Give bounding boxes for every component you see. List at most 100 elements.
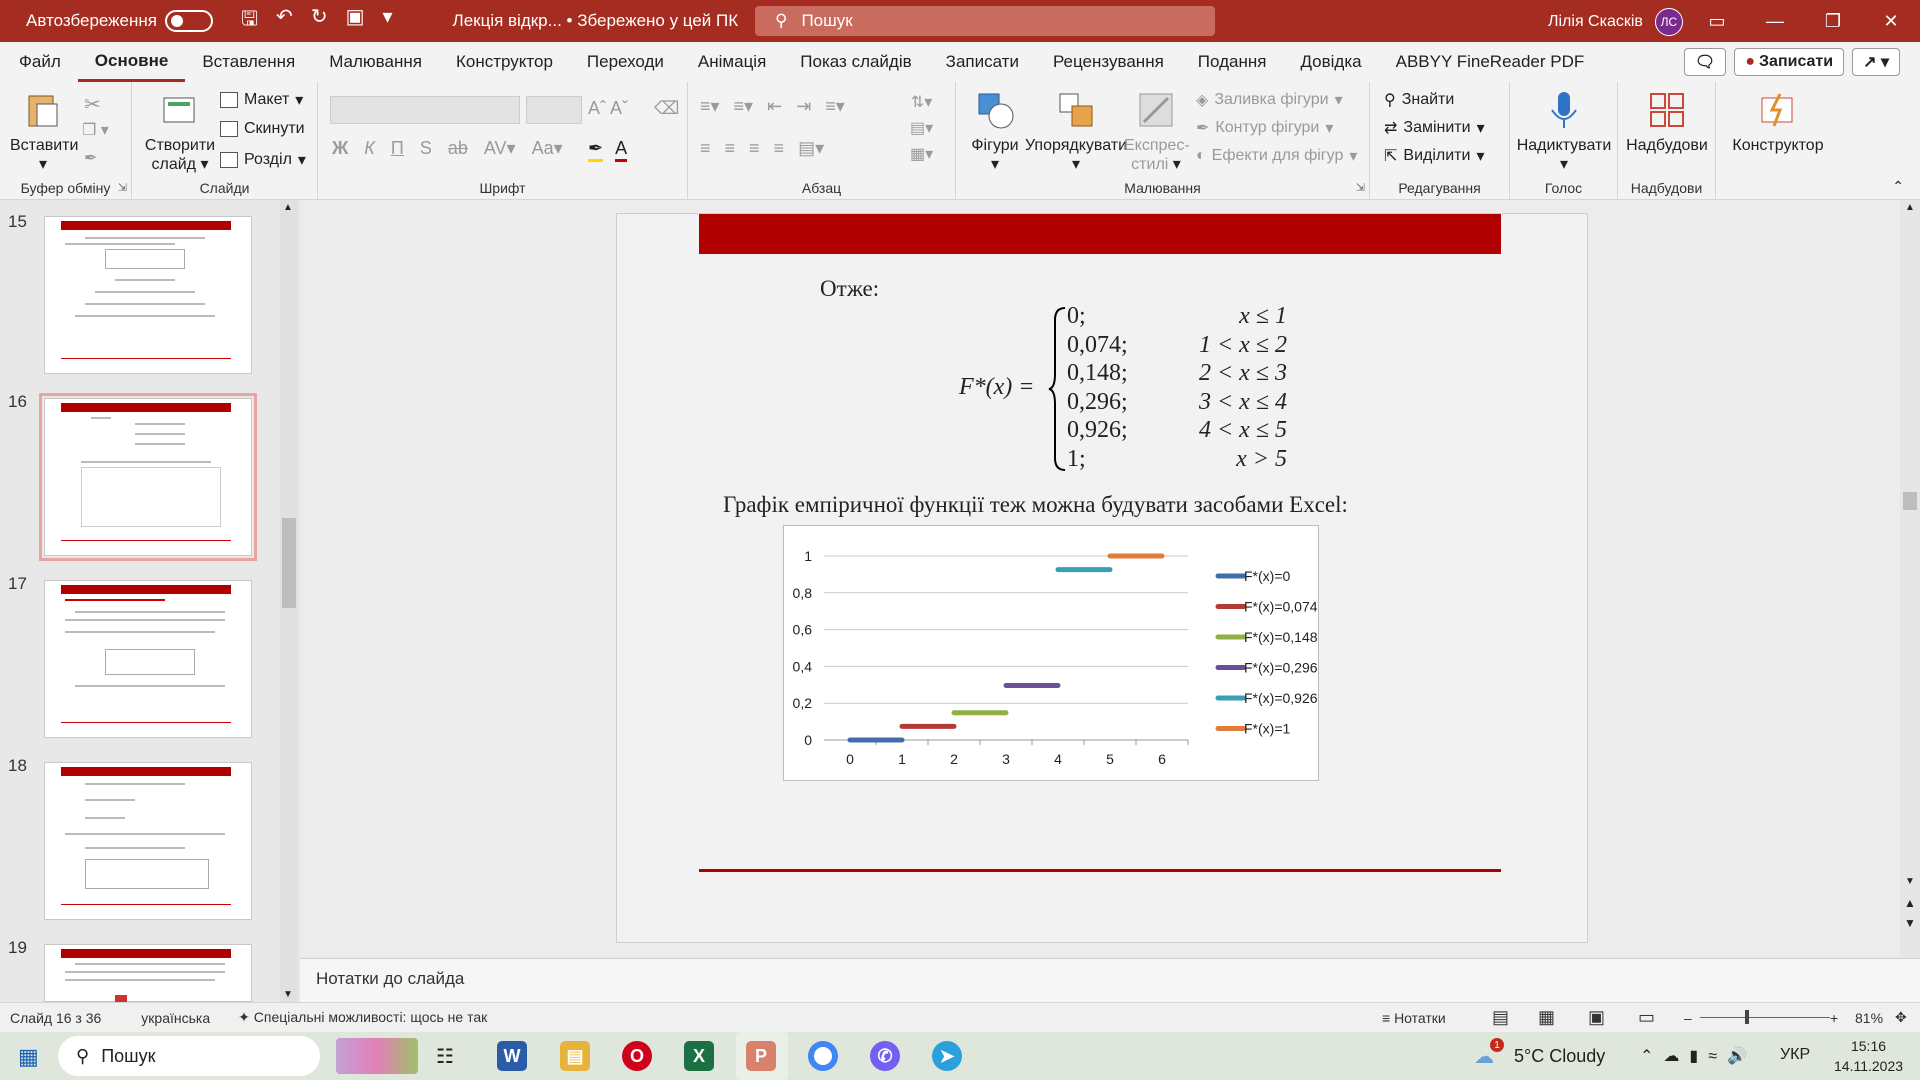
- new-slide-button[interactable]: Створити слайд ▾: [142, 90, 218, 174]
- quick-styles-button[interactable]: Експрес-стилі ▾: [1124, 90, 1190, 174]
- underline-icon[interactable]: П: [391, 138, 404, 159]
- undo-icon[interactable]: ↶: [276, 4, 293, 38]
- zoom-out-icon[interactable]: –: [1684, 1010, 1692, 1026]
- task-view-icon[interactable]: ☷: [436, 1044, 454, 1069]
- excel-icon[interactable]: X: [684, 1041, 714, 1071]
- slide-canvas[interactable]: Отже: F*(x) = 0; x ≤ 1 0,074; 1 < x ≤ 2 0,…: [616, 213, 1588, 943]
- user-account[interactable]: Лілія Скасків ЛС: [1548, 8, 1683, 36]
- reading-view-icon[interactable]: ▣: [1588, 1007, 1605, 1028]
- windows-start-icon[interactable]: ▦: [18, 1044, 39, 1070]
- comments-button[interactable]: 🗨: [1684, 48, 1727, 76]
- bullets-icon[interactable]: ≡▾: [700, 96, 720, 117]
- reset-button[interactable]: Скинути: [220, 120, 305, 138]
- opera-icon[interactable]: O: [622, 1041, 652, 1071]
- scroll-down-icon[interactable]: ▼: [1905, 876, 1915, 887]
- redo-icon[interactable]: ↻: [311, 4, 328, 38]
- strikethrough-icon[interactable]: ab: [448, 138, 468, 159]
- document-title[interactable]: Лекція відкр... • Збережено у цей ПК: [453, 11, 739, 31]
- font-color-icon[interactable]: A: [615, 138, 628, 162]
- align-left-icon[interactable]: ≡: [700, 138, 711, 159]
- line-spacing-icon[interactable]: ≡▾: [825, 96, 845, 117]
- clear-format-icon[interactable]: ⌫: [654, 98, 679, 119]
- ribbon-display-icon[interactable]: ▭: [1688, 0, 1746, 42]
- tab-5[interactable]: Переходи: [570, 42, 681, 82]
- replace-button[interactable]: ⇄ Замінити ▾: [1384, 118, 1485, 138]
- zoom-slider-thumb[interactable]: [1745, 1010, 1749, 1024]
- language-indicator[interactable]: українська: [141, 1010, 210, 1026]
- tab-0[interactable]: Файл: [2, 42, 78, 82]
- shape-fill-button[interactable]: ◈ Заливка фігури ▾: [1196, 90, 1343, 110]
- share-button[interactable]: ↗ ▾: [1852, 48, 1900, 76]
- shadow-icon[interactable]: S: [420, 138, 432, 159]
- autosave-toggle[interactable]: [165, 10, 213, 32]
- format-painter-icon[interactable]: ✒: [84, 148, 97, 168]
- cut-icon[interactable]: ✂: [84, 92, 101, 117]
- section-button[interactable]: Розділ ▾: [220, 150, 306, 170]
- viber-icon[interactable]: ✆: [870, 1041, 900, 1071]
- slideshow-icon[interactable]: ▭: [1638, 1007, 1655, 1028]
- weather-text[interactable]: 5°C Cloudy: [1514, 1046, 1605, 1067]
- italic-icon[interactable]: К: [364, 138, 375, 159]
- chrome-icon[interactable]: [808, 1041, 838, 1071]
- copy-icon[interactable]: ❐ ▾: [82, 120, 109, 140]
- telegram-icon[interactable]: ➤: [932, 1041, 962, 1071]
- normal-view-icon[interactable]: ▤: [1492, 1007, 1509, 1028]
- record-button[interactable]: ● Записати: [1734, 48, 1845, 76]
- scroll-up-icon[interactable]: ▲: [283, 202, 293, 213]
- spacing-icon[interactable]: AV▾: [484, 138, 516, 159]
- search-box[interactable]: ⚲ Пошук: [755, 6, 1215, 36]
- shape-effects-button[interactable]: ◐ Ефекти для фігур ▾: [1196, 146, 1357, 166]
- addins-button[interactable]: Надбудови: [1622, 90, 1712, 155]
- thumbnails-scrollbar[interactable]: ▲ ▼: [280, 200, 298, 1002]
- file-explorer-icon[interactable]: ▤: [560, 1041, 590, 1071]
- shapes-button[interactable]: Фігури ▾: [968, 90, 1022, 174]
- font-name-field[interactable]: [330, 96, 520, 124]
- restore-icon[interactable]: ❐: [1804, 0, 1862, 42]
- tab-11[interactable]: Довідка: [1283, 42, 1378, 82]
- collapse-ribbon-icon[interactable]: ⌃: [1892, 178, 1904, 195]
- tab-6[interactable]: Анімація: [681, 42, 783, 82]
- thumbnails-scroll-thumb[interactable]: [282, 518, 296, 608]
- tab-8[interactable]: Записати: [929, 42, 1036, 82]
- slide-thumbnail-19[interactable]: [44, 944, 252, 1003]
- clock[interactable]: 15:16 14.11.2023: [1834, 1036, 1903, 1076]
- select-button[interactable]: ⇱ Виділити ▾: [1384, 146, 1484, 166]
- outdent-icon[interactable]: ⇥: [796, 96, 811, 117]
- highlight-icon[interactable]: ✒: [588, 138, 604, 162]
- align-text-icon[interactable]: ▤▾: [910, 118, 933, 138]
- justify-icon[interactable]: ≡: [774, 138, 785, 159]
- tray-icons[interactable]: ⌃☁▮≈🔊: [1640, 1046, 1757, 1066]
- font-size-field[interactable]: [526, 96, 582, 124]
- fit-slide-icon[interactable]: ✥: [1895, 1009, 1907, 1026]
- indent-icon[interactable]: ⇤: [767, 96, 782, 117]
- zoom-in-icon[interactable]: +: [1830, 1010, 1838, 1026]
- designer-button[interactable]: Конструктор: [1726, 90, 1830, 155]
- numbering-icon[interactable]: ≡▾: [734, 96, 754, 117]
- minimize-icon[interactable]: —: [1746, 0, 1804, 42]
- tab-4[interactable]: Конструктор: [439, 42, 570, 82]
- slide-thumbnail-16[interactable]: [39, 393, 257, 561]
- zoom-level[interactable]: 81%: [1855, 1010, 1883, 1026]
- arrange-button[interactable]: Упорядкувати ▾: [1024, 90, 1128, 174]
- slide-thumbnail-18[interactable]: [44, 762, 252, 920]
- tab-9[interactable]: Рецензування: [1036, 42, 1181, 82]
- notes-pane[interactable]: Нотатки до слайда: [300, 958, 1920, 1002]
- align-right-icon[interactable]: ≡: [749, 138, 760, 159]
- tab-1[interactable]: Основне: [77, 42, 186, 82]
- notes-toggle[interactable]: ≡ Нотатки: [1382, 1010, 1446, 1026]
- next-slide-icon[interactable]: ▼: [1904, 916, 1916, 930]
- chart-container[interactable]: 0 0,2 0,4 0,6 0,8 1 0 1 2 3 4 5 6 F*(x)=0 F*(x)=0,074 F…: [783, 525, 1319, 781]
- save-icon[interactable]: 🖫: [241, 4, 258, 38]
- layout-button[interactable]: Макет ▾: [220, 90, 303, 110]
- accessibility-status[interactable]: ✦ Спеціальні можливості: щось не так: [238, 1009, 487, 1026]
- tab-3[interactable]: Малювання: [312, 42, 439, 82]
- shape-outline-button[interactable]: ✒ Контур фігури ▾: [1196, 118, 1333, 138]
- case-icon[interactable]: Aa▾: [532, 138, 563, 159]
- present-icon[interactable]: ▣: [346, 4, 365, 38]
- slide-scroll-thumb[interactable]: [1903, 492, 1917, 510]
- zoom-slider[interactable]: [1700, 1017, 1830, 1018]
- find-button[interactable]: ⚲ Знайти: [1384, 90, 1454, 110]
- slide-scrollbar[interactable]: ▲ ▼ ▲ ▼: [1900, 200, 1920, 958]
- input-language[interactable]: УКР: [1780, 1046, 1810, 1064]
- text-direction-icon[interactable]: ⇅▾: [911, 92, 932, 112]
